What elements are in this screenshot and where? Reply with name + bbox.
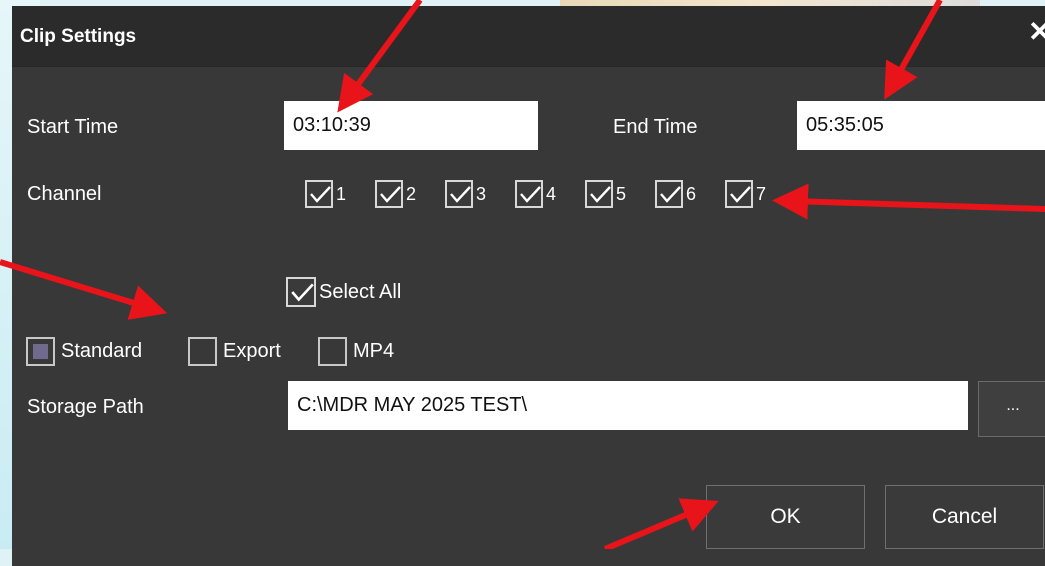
format-option-label: MP4 [353,339,395,362]
channel-checkbox-6[interactable]: 6 [655,177,696,211]
channel-checkbox-4[interactable]: 4 [515,177,556,211]
checkmark-icon [305,180,333,208]
channel-number: 7 [756,183,767,204]
channel-label: Channel [27,183,102,205]
channel-number: 3 [476,183,487,204]
checkmark-icon [515,180,543,208]
select-all-label: Select All [319,280,402,303]
channel-number: 4 [546,183,557,204]
storage-path-label: Storage Path [27,396,144,418]
cancel-button[interactable]: Cancel [885,485,1044,549]
format-option-export[interactable]: Export [188,334,281,368]
select-all-checkbox[interactable]: Select All [286,275,401,309]
checkmark-icon [725,180,753,208]
channel-number: 5 [616,183,627,204]
selected-box-icon [26,336,55,366]
dialog-titlebar: Clip Settings ✕ [12,6,1045,67]
dialog-title: Clip Settings [20,26,137,47]
channel-checkbox-7[interactable]: 7 [725,177,766,211]
empty-box-icon [318,336,347,366]
clip-settings-dialog: Clip Settings ✕ Start Time 03:10:39 End … [12,6,1045,566]
format-option-label: Standard [61,339,143,362]
start-time-input[interactable]: 03:10:39 [284,101,538,150]
format-option-standard[interactable]: Standard [26,334,142,368]
channel-checkbox-5[interactable]: 5 [585,177,626,211]
format-option-label: Export [223,339,281,362]
format-option-mp4[interactable]: MP4 [318,334,394,368]
start-time-label: Start Time [27,116,119,138]
close-icon[interactable]: ✕ [1028,18,1045,46]
channel-number: 2 [406,183,417,204]
channel-checkbox-1[interactable]: 1 [305,177,346,211]
checkmark-icon [445,180,473,208]
storage-path-input[interactable]: C:\MDR MAY 2025 TEST\ [288,381,968,430]
end-time-input[interactable]: 05:35:05 [797,101,1045,150]
empty-box-icon [188,336,217,366]
channel-number: 1 [336,183,347,204]
channel-checkbox-3[interactable]: 3 [445,177,486,211]
checkmark-icon [655,180,683,208]
channel-checkbox-2[interactable]: 2 [375,177,416,211]
checkmark-icon [585,180,613,208]
checkmark-icon [286,277,316,307]
end-time-label: End Time [613,116,698,138]
channel-number: 6 [686,183,697,204]
browse-button[interactable]: ... [978,381,1045,437]
checkmark-icon [375,180,403,208]
ok-button[interactable]: OK [706,485,865,549]
